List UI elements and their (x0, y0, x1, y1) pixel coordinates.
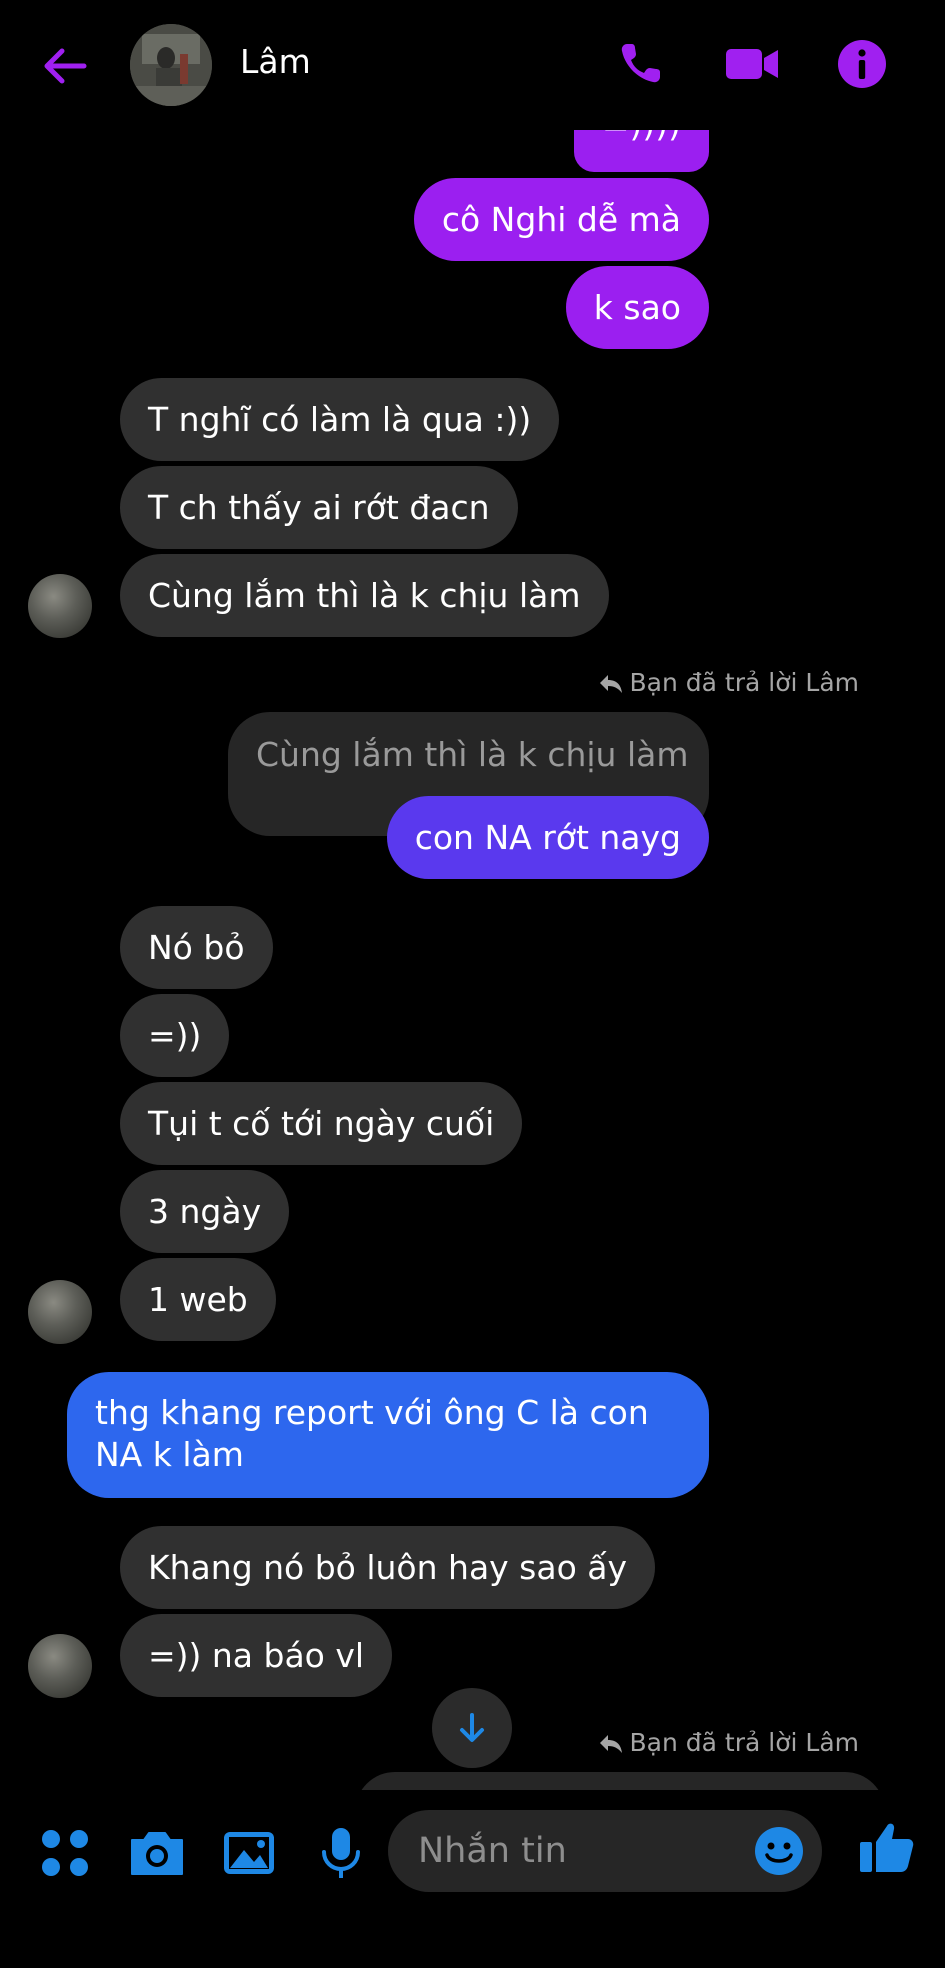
message-line: NA k làm (95, 1435, 244, 1474)
like-button[interactable] (856, 1816, 918, 1878)
avatar-photo (130, 24, 212, 106)
message-outgoing[interactable]: cô Nghi dễ mà (413, 178, 709, 261)
back-button[interactable] (36, 36, 96, 96)
reply-indicator-text: Bạn đã trả lời Lâm (629, 1728, 859, 1757)
message-incoming[interactable]: Cùng lắm thì là k chịu làm (120, 554, 609, 637)
message-incoming[interactable]: 1 web (120, 1258, 276, 1341)
reply-arrow-icon (599, 675, 622, 693)
call-button[interactable] (610, 34, 670, 94)
microphone-icon (322, 1828, 360, 1878)
contact-avatar[interactable] (28, 1280, 92, 1344)
gallery-icon (224, 1832, 274, 1874)
conversation-thread[interactable]: =)))) cô Nghi dễ mà k sao T nghĩ có làm … (0, 0, 945, 1790)
message-incoming[interactable]: Nó bỏ (120, 906, 273, 989)
emoji-button[interactable] (748, 1820, 810, 1882)
reply-indicator: Bạn đã trả lời Lâm (598, 668, 859, 697)
contact-avatar[interactable] (28, 1634, 92, 1698)
message-incoming[interactable]: =)) (120, 994, 230, 1077)
message-incoming[interactable]: T nghĩ có làm là qua :)) (120, 378, 560, 461)
arrow-left-icon (44, 48, 87, 84)
conversation-info-button[interactable] (832, 34, 892, 94)
message-outgoing[interactable]: k sao (565, 266, 709, 349)
camera-icon (131, 1832, 183, 1875)
emoji-icon (755, 1827, 803, 1875)
message-incoming[interactable]: Khang nó bỏ luôn hay sao ấy (120, 1526, 656, 1609)
reply-indicator-text: Bạn đã trả lời Lâm (629, 668, 859, 697)
voice-message-button[interactable] (310, 1822, 372, 1884)
phone-icon (621, 44, 660, 83)
camera-button[interactable] (126, 1822, 188, 1884)
info-icon (838, 40, 886, 88)
gallery-button[interactable] (218, 1822, 280, 1884)
thumbs-up-icon (860, 1823, 914, 1872)
message-outgoing[interactable]: thg khang report với ông C là con NA k l… (67, 1372, 709, 1498)
apps-icon (42, 1830, 88, 1876)
reply-arrow-icon (599, 1735, 622, 1753)
scroll-to-bottom-button[interactable] (432, 1688, 512, 1768)
message-incoming[interactable]: T ch thấy ai rớt đacn (120, 466, 518, 549)
contact-avatar[interactable] (28, 574, 92, 638)
message-outgoing[interactable]: con NA rớt nayg (386, 796, 709, 879)
quoted-message (355, 1772, 885, 1790)
contact-name[interactable]: Lâm (240, 42, 311, 81)
message-line: thg khang report với ông C là con (95, 1393, 649, 1432)
video-call-button[interactable] (722, 34, 782, 94)
message-incoming[interactable]: =)) na báo vl (120, 1614, 393, 1697)
chat-header: Lâm (0, 0, 945, 130)
apps-button[interactable] (34, 1822, 96, 1884)
message-incoming[interactable]: 3 ngày (120, 1170, 290, 1253)
reply-indicator: Bạn đã trả lời Lâm (598, 1728, 859, 1757)
video-camera-icon (726, 49, 778, 79)
message-composer (0, 1790, 945, 1968)
arrow-down-icon (460, 1713, 484, 1742)
message-incoming[interactable]: Tụi t cố tới ngày cuối (120, 1082, 523, 1165)
contact-avatar[interactable] (130, 24, 212, 106)
